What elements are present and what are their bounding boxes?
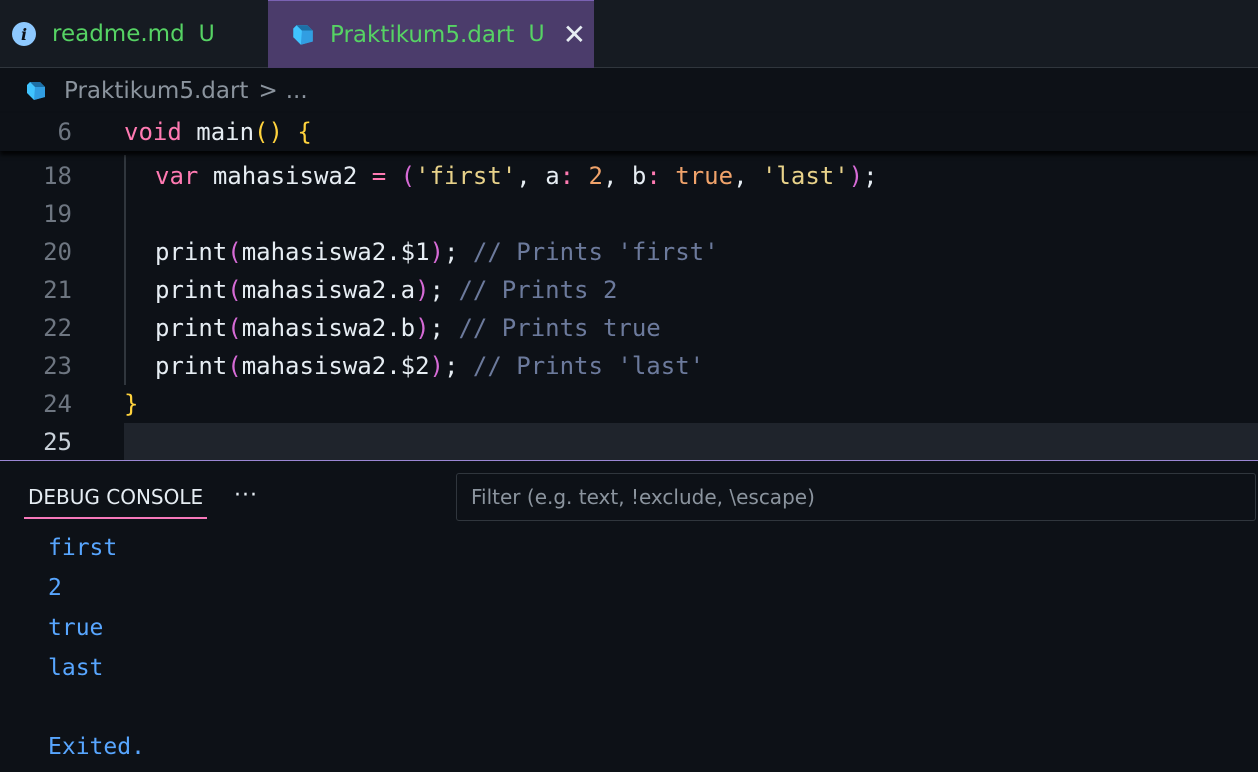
- tab-readme[interactable]: i readme.md U: [0, 0, 268, 68]
- code-line[interactable]: 24 }: [0, 385, 1258, 423]
- line-number: 21: [43, 276, 72, 304]
- code-editor[interactable]: 6 void main() { 18 var mahasiswa2 = ('fi…: [0, 113, 1258, 460]
- code-line[interactable]: 21 print(mahasiswa2.a); // Prints 2: [0, 271, 1258, 309]
- breadcrumb: Praktikum5.dart > ...: [0, 69, 1258, 113]
- console-filter-input[interactable]: [456, 473, 1256, 521]
- code-line[interactable]: 18 var mahasiswa2 = ('first', a: 2, b: t…: [0, 157, 1258, 195]
- untracked-badge: U: [528, 22, 545, 47]
- code-text: var mahasiswa2 = ('first', a: 2, b: true…: [155, 162, 878, 190]
- tab-bar: i readme.md U Praktikum5.dart U ✕: [0, 0, 1258, 68]
- tab-label: Praktikum5.dart: [330, 21, 515, 48]
- code-line[interactable]: 22 print(mahasiswa2.b); // Prints true: [0, 309, 1258, 347]
- console-output-line: true: [48, 615, 104, 641]
- untracked-badge: U: [198, 21, 215, 47]
- tab-label: readme.md: [52, 21, 185, 47]
- breadcrumb-more[interactable]: ...: [286, 78, 308, 104]
- code-line[interactable]: 20 print(mahasiswa2.$1); // Prints 'firs…: [0, 233, 1258, 271]
- code-line[interactable]: 19: [0, 195, 1258, 233]
- code-text: }: [124, 390, 139, 418]
- close-icon[interactable]: ✕: [563, 20, 586, 49]
- line-number: 19: [43, 200, 72, 228]
- chevron-right-icon: >: [258, 78, 278, 104]
- console-output-line: Exited.: [48, 734, 145, 760]
- tab-praktikum5[interactable]: Praktikum5.dart U ✕: [268, 0, 594, 68]
- info-icon: i: [12, 22, 36, 46]
- line-number: 22: [43, 314, 72, 342]
- line-number: 23: [43, 352, 72, 380]
- line-number: 24: [43, 390, 72, 418]
- line-number: 25: [43, 427, 72, 456]
- debug-console-panel: DEBUG CONSOLE ··· first 2 true last Exit…: [0, 460, 1258, 772]
- current-line-highlight[interactable]: 25: [43, 423, 1258, 460]
- dart-icon: [293, 24, 313, 45]
- console-output-line: first: [48, 535, 118, 561]
- code-line[interactable]: 23 print(mahasiswa2.$2); // Prints 'last…: [0, 347, 1258, 385]
- line-number: 20: [43, 238, 72, 266]
- tab-debug-console[interactable]: DEBUG CONSOLE: [24, 481, 208, 519]
- more-actions-icon[interactable]: ···: [234, 483, 258, 508]
- line-number: 6: [57, 118, 72, 146]
- code-text: print(mahasiswa2.$1); // Prints 'first': [155, 238, 719, 266]
- line-number: 18: [43, 162, 72, 190]
- console-output-line: last: [48, 655, 104, 681]
- sticky-scroll-line[interactable]: 6 void main() {: [0, 113, 1258, 151]
- code-text: print(mahasiswa2.b); // Prints true: [155, 314, 661, 342]
- breadcrumb-file[interactable]: Praktikum5.dart: [64, 78, 248, 104]
- code-text: void main() {: [124, 118, 312, 146]
- code-text: print(mahasiswa2.$2); // Prints 'last': [155, 352, 705, 380]
- dart-icon: [27, 82, 45, 100]
- console-output-line: 2: [48, 575, 62, 601]
- code-text: print(mahasiswa2.a); // Prints 2: [155, 276, 618, 304]
